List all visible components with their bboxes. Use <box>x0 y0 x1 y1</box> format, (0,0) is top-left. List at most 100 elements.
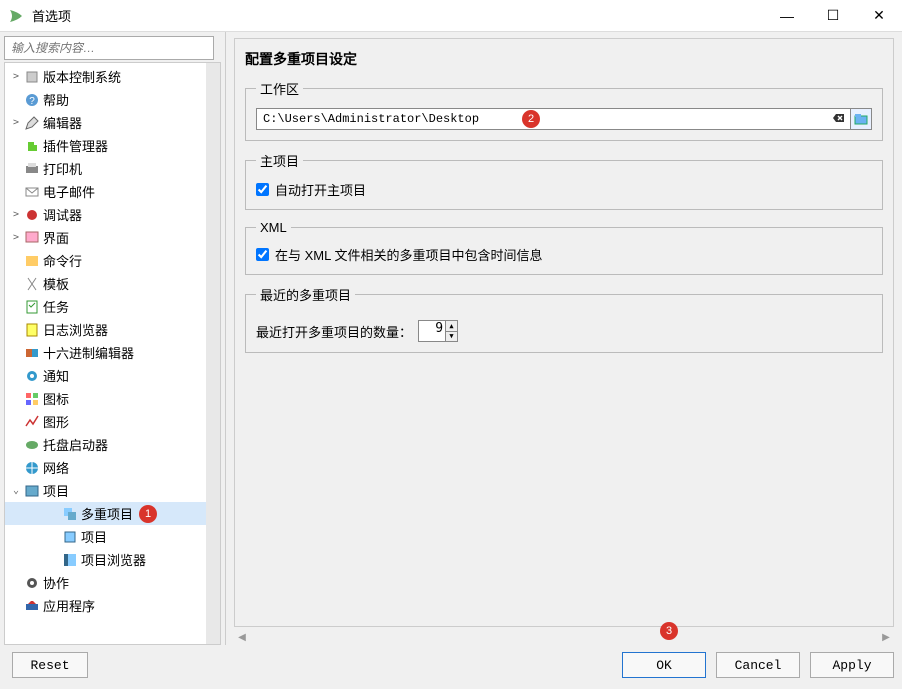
tree-scrollbar[interactable] <box>206 63 220 644</box>
spin-down-icon[interactable]: ▼ <box>445 332 457 342</box>
expand-icon[interactable]: > <box>9 117 23 128</box>
recent-count-label: 最近打开多重项目的数量： <box>256 322 412 341</box>
minimize-button[interactable]: — <box>764 0 810 32</box>
tree-item-15[interactable]: 图形 <box>5 410 206 433</box>
hex-icon <box>23 345 41 361</box>
mainproject-group: 主项目 自动打开主项目 <box>245 151 883 210</box>
tree-item-22[interactable]: 协作 <box>5 571 206 594</box>
tree-item-label: 应用程序 <box>43 596 95 615</box>
spin-up-icon[interactable]: ▲ <box>445 321 457 332</box>
workspace-path-input[interactable] <box>256 108 852 130</box>
tasks-icon <box>23 299 41 315</box>
content-hscroll[interactable]: ◀ 3 ▶ <box>234 629 894 645</box>
ok-button[interactable]: OK <box>622 652 706 678</box>
tree-item-1[interactable]: ?帮助 <box>5 88 206 111</box>
tree-item-label: 日志浏览器 <box>43 320 108 339</box>
debug-icon <box>23 207 41 223</box>
xml-time-input[interactable] <box>256 248 269 261</box>
collab-icon <box>23 575 41 591</box>
tree-item-20[interactable]: 项目 <box>5 525 206 548</box>
tree-item-label: 托盘启动器 <box>43 435 108 454</box>
xml-time-label: 在与 XML 文件相关的多重项目中包含时间信息 <box>275 245 542 264</box>
help-icon: ? <box>23 92 41 108</box>
notif-icon <box>23 368 41 384</box>
cancel-button[interactable]: Cancel <box>716 652 800 678</box>
tree-item-8[interactable]: 命令行 <box>5 249 206 272</box>
tree-item-2[interactable]: >编辑器 <box>5 111 206 134</box>
apply-button[interactable]: Apply <box>810 652 894 678</box>
expand-icon[interactable]: > <box>9 232 23 243</box>
workspace-group: 工作区 2 <box>245 79 883 141</box>
search-input[interactable] <box>4 36 214 60</box>
recent-group: 最近的多重项目 最近打开多重项目的数量： 9 ▲ ▼ <box>245 285 883 353</box>
vcs-icon <box>23 69 41 85</box>
annotation-badge-2: 2 <box>522 110 540 128</box>
recent-legend: 最近的多重项目 <box>256 285 355 304</box>
tree-item-label: 命令行 <box>43 251 82 270</box>
tree-item-17[interactable]: 网络 <box>5 456 206 479</box>
tree-item-3[interactable]: 插件管理器 <box>5 134 206 157</box>
reset-button[interactable]: Reset <box>12 652 88 678</box>
projchild-icon <box>61 529 79 545</box>
graphics-icon <box>23 414 41 430</box>
auto-open-main-input[interactable] <box>256 183 269 196</box>
tree-item-label: 插件管理器 <box>43 136 108 155</box>
tree-item-10[interactable]: 任务 <box>5 295 206 318</box>
clear-path-icon[interactable] <box>830 112 848 127</box>
hscroll-right-icon[interactable]: ▶ <box>878 629 894 645</box>
recent-count-spinner[interactable]: 9 ▲ ▼ <box>418 320 458 342</box>
expand-icon[interactable]: > <box>9 209 23 220</box>
tree-item-label: 帮助 <box>43 90 69 109</box>
mainproject-legend: 主项目 <box>256 151 303 170</box>
tree-item-label: 十六进制编辑器 <box>43 343 134 362</box>
tree-item-label: 图标 <box>43 389 69 408</box>
auto-open-main-label: 自动打开主项目 <box>275 180 366 199</box>
window-title: 首选项 <box>32 6 764 25</box>
left-pane: >版本控制系统?帮助>编辑器插件管理器打印机电子邮件>调试器>界面命令行模板任务… <box>0 32 226 645</box>
expand-icon[interactable]: > <box>9 71 23 82</box>
net-icon <box>23 460 41 476</box>
tree-item-21[interactable]: 项目浏览器 <box>5 548 206 571</box>
tree-item-0[interactable]: > 版本控制系统 <box>5 65 206 88</box>
tree-item-9[interactable]: 模板 <box>5 272 206 295</box>
hscroll-left-icon[interactable]: ◀ <box>234 629 250 645</box>
plugin-icon <box>23 138 41 154</box>
tray-icon <box>23 437 41 453</box>
tree-item-18[interactable]: ⌄项目 <box>5 479 206 502</box>
preferences-tree[interactable]: >版本控制系统?帮助>编辑器插件管理器打印机电子邮件>调试器>界面命令行模板任务… <box>4 62 221 645</box>
tree-item-label: 任务 <box>43 297 69 316</box>
tree-item-14[interactable]: 图标 <box>5 387 206 410</box>
tree-item-5[interactable]: 电子邮件 <box>5 180 206 203</box>
auto-open-main-checkbox[interactable]: 自动打开主项目 <box>256 180 872 199</box>
browse-button[interactable] <box>850 108 872 130</box>
tree-item-label: 界面 <box>43 228 69 247</box>
tree-item-12[interactable]: 十六进制编辑器 <box>5 341 206 364</box>
tree-item-label: 网络 <box>43 458 69 477</box>
projbrowser-icon <box>61 552 79 568</box>
expand-icon[interactable]: ⌄ <box>9 485 23 496</box>
tree-item-6[interactable]: > 调试器 <box>5 203 206 226</box>
content-panel: 配置多重项目设定 工作区 2 主项目 <box>234 38 894 627</box>
annotation-badge-1: 1 <box>139 505 157 523</box>
page-title: 配置多重项目设定 <box>245 47 883 71</box>
tree-item-23[interactable]: 应用程序 <box>5 594 206 617</box>
tree-item-16[interactable]: 托盘启动器 <box>5 433 206 456</box>
mail-icon <box>23 184 41 200</box>
right-pane: 配置多重项目设定 工作区 2 主项目 <box>226 32 902 645</box>
xml-time-checkbox[interactable]: 在与 XML 文件相关的多重项目中包含时间信息 <box>256 245 872 264</box>
tree-item-label: 项目浏览器 <box>81 550 146 569</box>
maximize-button[interactable]: ☐ <box>810 0 856 32</box>
icons-icon <box>23 391 41 407</box>
tree-item-7[interactable]: > 界面 <box>5 226 206 249</box>
annotation-badge-3: 3 <box>660 622 678 640</box>
printer-icon <box>23 161 41 177</box>
tree-item-label: 版本控制系统 <box>43 67 121 86</box>
tree-item-11[interactable]: 日志浏览器 <box>5 318 206 341</box>
tree-item-4[interactable]: 打印机 <box>5 157 206 180</box>
project-icon <box>23 483 41 499</box>
close-button[interactable]: ✕ <box>856 0 902 32</box>
tree-item-label: 通知 <box>43 366 69 385</box>
tree-item-19[interactable]: 多重项目1 <box>5 502 206 525</box>
tree-item-label: 调试器 <box>43 205 82 224</box>
tree-item-13[interactable]: 通知 <box>5 364 206 387</box>
